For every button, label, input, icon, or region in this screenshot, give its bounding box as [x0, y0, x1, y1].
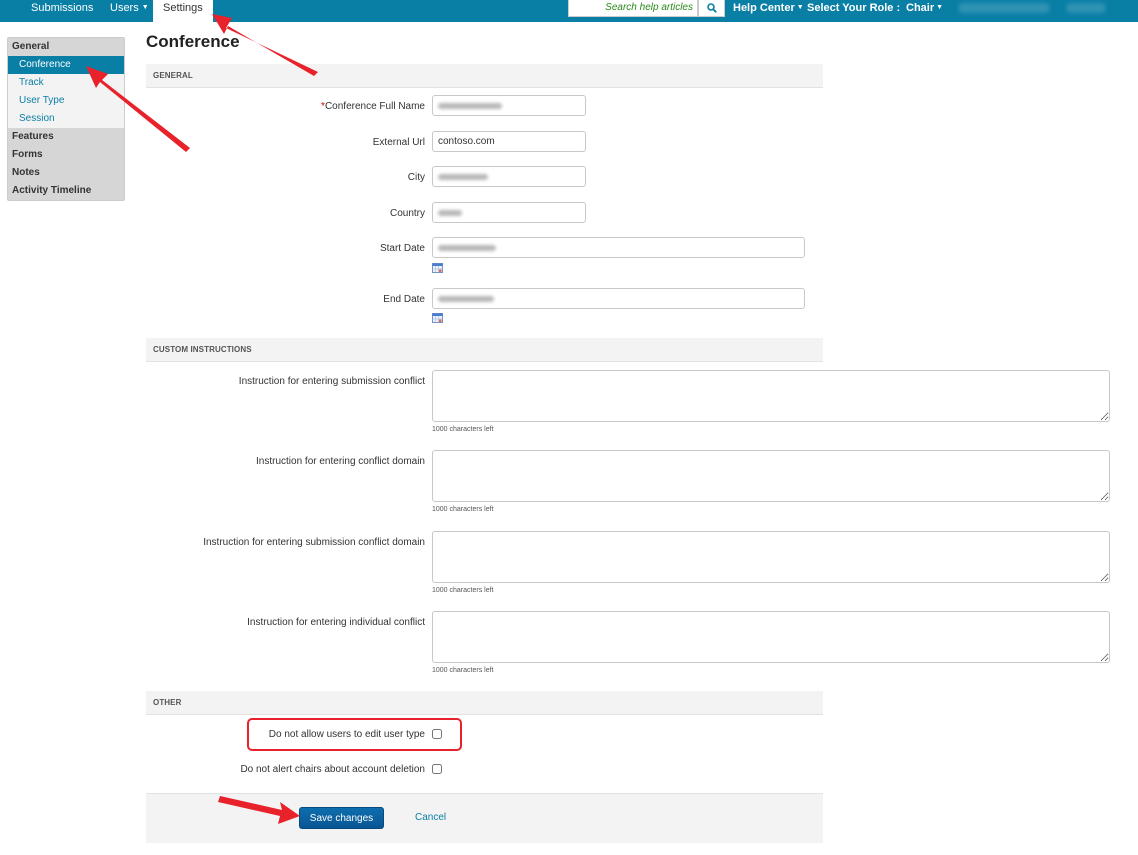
sidebar-group-label: Notes — [12, 167, 40, 178]
sidebar-item-label: User Type — [19, 95, 65, 106]
calendar-icon[interactable] — [432, 263, 443, 273]
no-alert-account-deletion-checkbox[interactable] — [432, 764, 442, 774]
instruction-label: Instruction for entering individual conf… — [247, 617, 425, 628]
tab-label: Users — [110, 2, 139, 14]
caret-down-icon: ▼ — [141, 4, 149, 11]
sidebar-group-label: Activity Timeline — [12, 185, 92, 196]
tab-settings[interactable]: Settings — [153, 0, 213, 22]
form-actions-bar — [146, 793, 823, 843]
tab-label: Settings — [163, 2, 203, 14]
help-center-label: Help Center — [733, 2, 795, 14]
sidebar-item-label: Track — [19, 77, 44, 88]
settings-sidebar: General Conference Track User Type Sessi… — [7, 37, 125, 201]
redacted-value — [438, 245, 496, 251]
instruction-label: Instruction for entering conflict domain — [256, 456, 425, 467]
tab-submissions[interactable]: Submissions — [21, 0, 103, 22]
caret-down-icon: ▼ — [796, 4, 804, 11]
redacted-sign-out — [1066, 3, 1106, 13]
individual-conflict-instruction-textarea[interactable] — [432, 611, 1110, 663]
cancel-link[interactable]: Cancel — [415, 812, 446, 823]
sidebar-item-conference[interactable]: Conference — [8, 56, 124, 74]
help-search-input[interactable] — [569, 0, 695, 15]
help-search-box — [568, 0, 698, 17]
redacted-value — [438, 296, 494, 302]
chars-left-counter: 1000 characters left — [432, 506, 494, 513]
sidebar-item-session[interactable]: Session — [8, 110, 124, 128]
save-changes-button[interactable]: Save changes — [299, 807, 384, 829]
instruction-label: Instruction for entering submission conf… — [238, 376, 425, 387]
sidebar-submenu-general: Conference Track User Type Session — [8, 56, 124, 128]
sidebar-group-features[interactable]: Features — [8, 128, 124, 146]
city-label: City — [407, 172, 425, 183]
search-icon — [706, 3, 717, 13]
sidebar-item-user-type[interactable]: User Type — [8, 92, 124, 110]
sidebar-group-label: General — [12, 41, 50, 52]
role-label-text: Select Your Role : — [807, 2, 901, 14]
external-url-label: External Url — [372, 137, 425, 148]
help-center-menu[interactable]: Help Center ▼ — [733, 0, 804, 17]
section-header-general: GENERAL — [146, 64, 823, 88]
sidebar-group-label: Forms — [12, 149, 43, 160]
annotation-arrows — [86, 14, 318, 824]
start-date-label: Start Date — [379, 243, 425, 254]
chars-left-counter: 1000 characters left — [432, 667, 494, 674]
help-search-button[interactable] — [698, 0, 725, 17]
redacted-value — [438, 103, 502, 109]
role-label: Select Your Role : — [807, 0, 900, 17]
page-title: Conference — [146, 32, 240, 51]
redacted-user-name — [958, 3, 1050, 13]
tab-label: Submissions — [31, 2, 94, 14]
sidebar-group-label: Features — [12, 131, 54, 142]
tab-users[interactable]: Users ▼ — [100, 0, 159, 22]
caret-down-icon: ▼ — [936, 4, 944, 11]
sidebar-item-track[interactable]: Track — [8, 74, 124, 92]
sidebar-group-activity-timeline[interactable]: Activity Timeline — [8, 182, 124, 200]
sidebar-item-label: Session — [19, 113, 55, 124]
role-selector[interactable]: Chair ▼ — [906, 0, 943, 17]
sidebar-group-notes[interactable]: Notes — [8, 164, 124, 182]
conference-full-name-label: *Conference Full Name — [321, 101, 425, 112]
end-date-label: End Date — [383, 294, 425, 305]
redacted-value — [438, 174, 488, 180]
label-text: Conference Full Name — [324, 101, 425, 112]
external-url-input[interactable] — [432, 131, 586, 152]
instruction-label: Instruction for entering submission conf… — [203, 537, 425, 548]
redacted-value — [438, 210, 462, 216]
sidebar-group-general[interactable]: General — [8, 38, 124, 56]
sidebar-item-label: Conference — [19, 59, 71, 70]
section-header-other: OTHER — [146, 691, 823, 715]
role-value: Chair — [906, 2, 935, 14]
annotation-highlight-box — [247, 718, 462, 751]
no-alert-account-deletion-label: Do not alert chairs about account deleti… — [240, 764, 425, 775]
submission-conflict-instruction-textarea[interactable] — [432, 370, 1110, 422]
conflict-domain-instruction-textarea[interactable] — [432, 450, 1110, 502]
submission-conflict-domain-instruction-textarea[interactable] — [432, 531, 1110, 583]
sidebar-group-forms[interactable]: Forms — [8, 146, 124, 164]
top-nav-bar: Submissions Users▼ Settings Help Center▼… — [0, 0, 1138, 22]
chars-left-counter: 1000 characters left — [432, 426, 494, 433]
country-label: Country — [389, 208, 425, 219]
section-header-custom-instructions: CUSTOM INSTRUCTIONS — [146, 338, 823, 362]
chars-left-counter: 1000 characters left — [432, 587, 494, 594]
calendar-icon[interactable] — [432, 313, 443, 323]
